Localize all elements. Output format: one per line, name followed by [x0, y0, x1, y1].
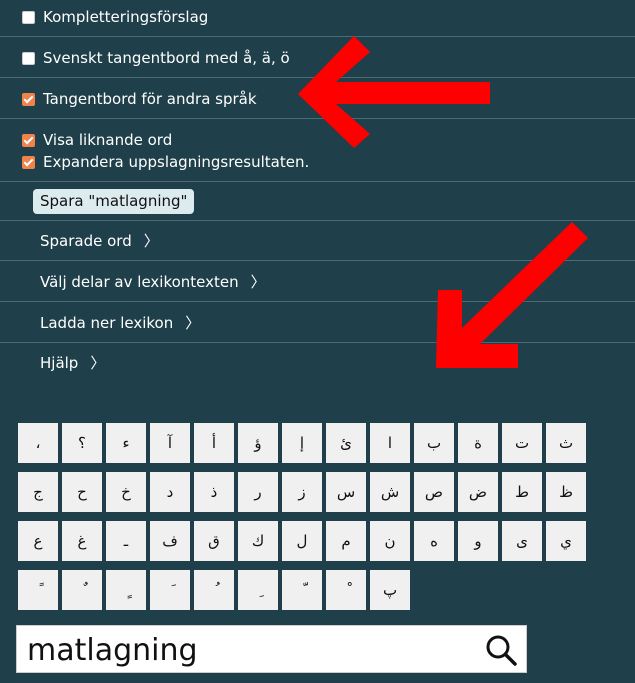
keyboard-key[interactable]: م: [326, 521, 366, 561]
keyboard-key[interactable]: ئ: [326, 423, 366, 463]
menu-label: Sparade ord: [40, 232, 132, 250]
keyboard-key[interactable]: ه: [414, 521, 454, 561]
keyboard-key[interactable]: ُ: [194, 570, 234, 610]
keyboard-key[interactable]: ؤ: [238, 423, 278, 463]
option-label: Svenskt tangentbord med å, ä, ö: [43, 49, 290, 67]
keyboard-key[interactable]: ح: [62, 472, 102, 512]
annotation-arrow-down-left-icon: [436, 222, 588, 368]
checkbox[interactable]: [22, 155, 35, 169]
option-similar-words[interactable]: Visa liknande ord: [22, 130, 172, 150]
option-other-language-keyboard[interactable]: Tangentbord för andra språk: [22, 89, 257, 109]
checkbox[interactable]: [22, 51, 35, 65]
keyboard-key[interactable]: ذ: [194, 472, 234, 512]
keyboard-key[interactable]: ت: [502, 423, 542, 463]
annotation-arrow-left-icon: [298, 36, 490, 148]
keyboard-key[interactable]: ض: [458, 472, 498, 512]
keyboard-key[interactable]: آ: [150, 423, 190, 463]
menu-item-download-lexicon[interactable]: Ladda ner lexikon 〉: [40, 313, 200, 333]
keyboard-key[interactable]: ف: [150, 521, 190, 561]
keyboard-key[interactable]: ر: [238, 472, 278, 512]
menu-item-help[interactable]: Hjälp 〉: [40, 353, 105, 373]
keyboard-key[interactable]: ب: [414, 423, 454, 463]
keyboard-key[interactable]: ـ: [106, 521, 146, 561]
keyboard-key[interactable]: خ: [106, 472, 146, 512]
menu-label: Ladda ner lexikon: [40, 314, 174, 332]
chevron-right-icon: 〉: [185, 314, 201, 332]
menu-label: Välj delar av lexikontexten: [40, 273, 239, 291]
keyboard-key[interactable]: ظ: [546, 472, 586, 512]
option-label: Visa liknande ord: [43, 131, 173, 149]
keyboard-key[interactable]: د: [150, 472, 190, 512]
keyboard-key[interactable]: ؟: [62, 423, 102, 463]
keyboard-key[interactable]: ء: [106, 423, 146, 463]
keyboard-key[interactable]: إ: [282, 423, 322, 463]
keyboard-key[interactable]: أ: [194, 423, 234, 463]
keyboard-key[interactable]: َ: [150, 570, 190, 610]
keyboard-key[interactable]: ل: [282, 521, 322, 561]
keyboard-key[interactable]: س: [326, 472, 366, 512]
option-expand-results[interactable]: Expandera uppslagningsresultaten.: [22, 152, 309, 172]
keyboard-key[interactable]: ٍ: [106, 570, 146, 610]
checkbox[interactable]: [22, 133, 35, 147]
chevron-right-icon: 〉: [250, 273, 266, 291]
option-label: Expandera uppslagningsresultaten.: [43, 153, 310, 171]
checkbox[interactable]: [22, 92, 35, 106]
menu-item-saved-words[interactable]: Sparade ord 〉: [40, 231, 159, 251]
keyboard-key[interactable]: ا: [370, 423, 410, 463]
option-swedish-keyboard[interactable]: Svenskt tangentbord med å, ä, ö: [22, 48, 290, 68]
keyboard-key[interactable]: ك: [238, 521, 278, 561]
option-label: Tangentbord för andra språk: [43, 90, 257, 108]
keyboard-key[interactable]: ط: [502, 472, 542, 512]
keyboard-key[interactable]: ز: [282, 472, 322, 512]
keyboard-key[interactable]: پ: [370, 570, 410, 610]
keyboard-key[interactable]: ج: [18, 472, 58, 512]
keyboard-key[interactable]: ِ: [238, 570, 278, 610]
keyboard-key[interactable]: ّ: [282, 570, 322, 610]
divider: [0, 220, 635, 221]
keyboard-key[interactable]: ى: [502, 521, 542, 561]
keyboard-key[interactable]: غ: [62, 521, 102, 561]
save-word-button[interactable]: Spara "matlagning": [33, 189, 195, 214]
checkbox[interactable]: [22, 10, 35, 24]
keyboard-key[interactable]: ً: [18, 570, 58, 610]
search-button[interactable]: [484, 633, 518, 667]
keyboard-key[interactable]: ي: [546, 521, 586, 561]
option-completion-suggestions[interactable]: Kompletteringsförslag: [22, 7, 208, 27]
chevron-right-icon: 〉: [143, 232, 159, 250]
keyboard-key[interactable]: ْ: [326, 570, 366, 610]
keyboard-key[interactable]: ش: [370, 472, 410, 512]
keyboard-key[interactable]: ٌ: [62, 570, 102, 610]
keyboard-key[interactable]: ،: [18, 423, 58, 463]
keyboard-key[interactable]: و: [458, 521, 498, 561]
menu-item-lexicon-parts[interactable]: Välj delar av lexikontexten 〉: [40, 272, 266, 292]
option-label: Kompletteringsförslag: [43, 8, 209, 26]
search-box: [16, 625, 527, 673]
search-icon: [486, 635, 517, 666]
menu-label: Hjälp: [40, 354, 79, 372]
search-input[interactable]: [25, 630, 469, 670]
keyboard-key[interactable]: ن: [370, 521, 410, 561]
keyboard-key[interactable]: ع: [18, 521, 58, 561]
keyboard-key[interactable]: ق: [194, 521, 234, 561]
keyboard-key[interactable]: ص: [414, 472, 454, 512]
keyboard-key[interactable]: ة: [458, 423, 498, 463]
divider: [0, 181, 635, 182]
chevron-right-icon: 〉: [90, 354, 106, 372]
keyboard-key[interactable]: ث: [546, 423, 586, 463]
